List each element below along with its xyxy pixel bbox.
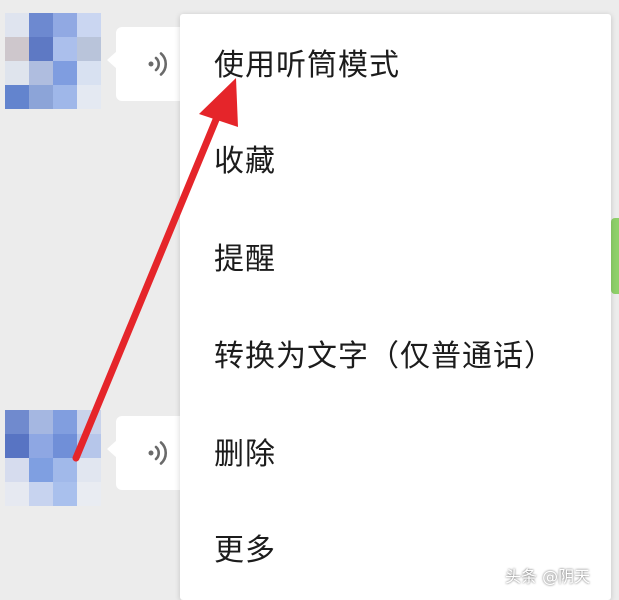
voice-wave-icon: [148, 441, 168, 465]
menu-item-delete[interactable]: 删除: [214, 425, 276, 485]
menu-item-earpiece-mode[interactable]: 使用听筒模式: [214, 36, 400, 96]
menu-item-convert-to-text[interactable]: 转换为文字（仅普通话）: [214, 327, 555, 387]
voice-message-bubble[interactable]: [107, 416, 186, 490]
avatar[interactable]: [5, 410, 101, 506]
watermark: 头条 @阴天: [505, 567, 591, 586]
voice-message-bubble[interactable]: [107, 27, 186, 101]
avatar[interactable]: [5, 13, 101, 109]
outgoing-message-edge: [611, 218, 619, 294]
menu-item-favorite[interactable]: 收藏: [214, 132, 276, 192]
menu-item-remind[interactable]: 提醒: [214, 230, 276, 290]
voice-wave-icon: [148, 52, 168, 76]
menu-item-more[interactable]: 更多: [214, 521, 276, 581]
context-menu: 使用听筒模式 收藏 提醒 转换为文字（仅普通话） 删除 更多: [180, 14, 611, 600]
